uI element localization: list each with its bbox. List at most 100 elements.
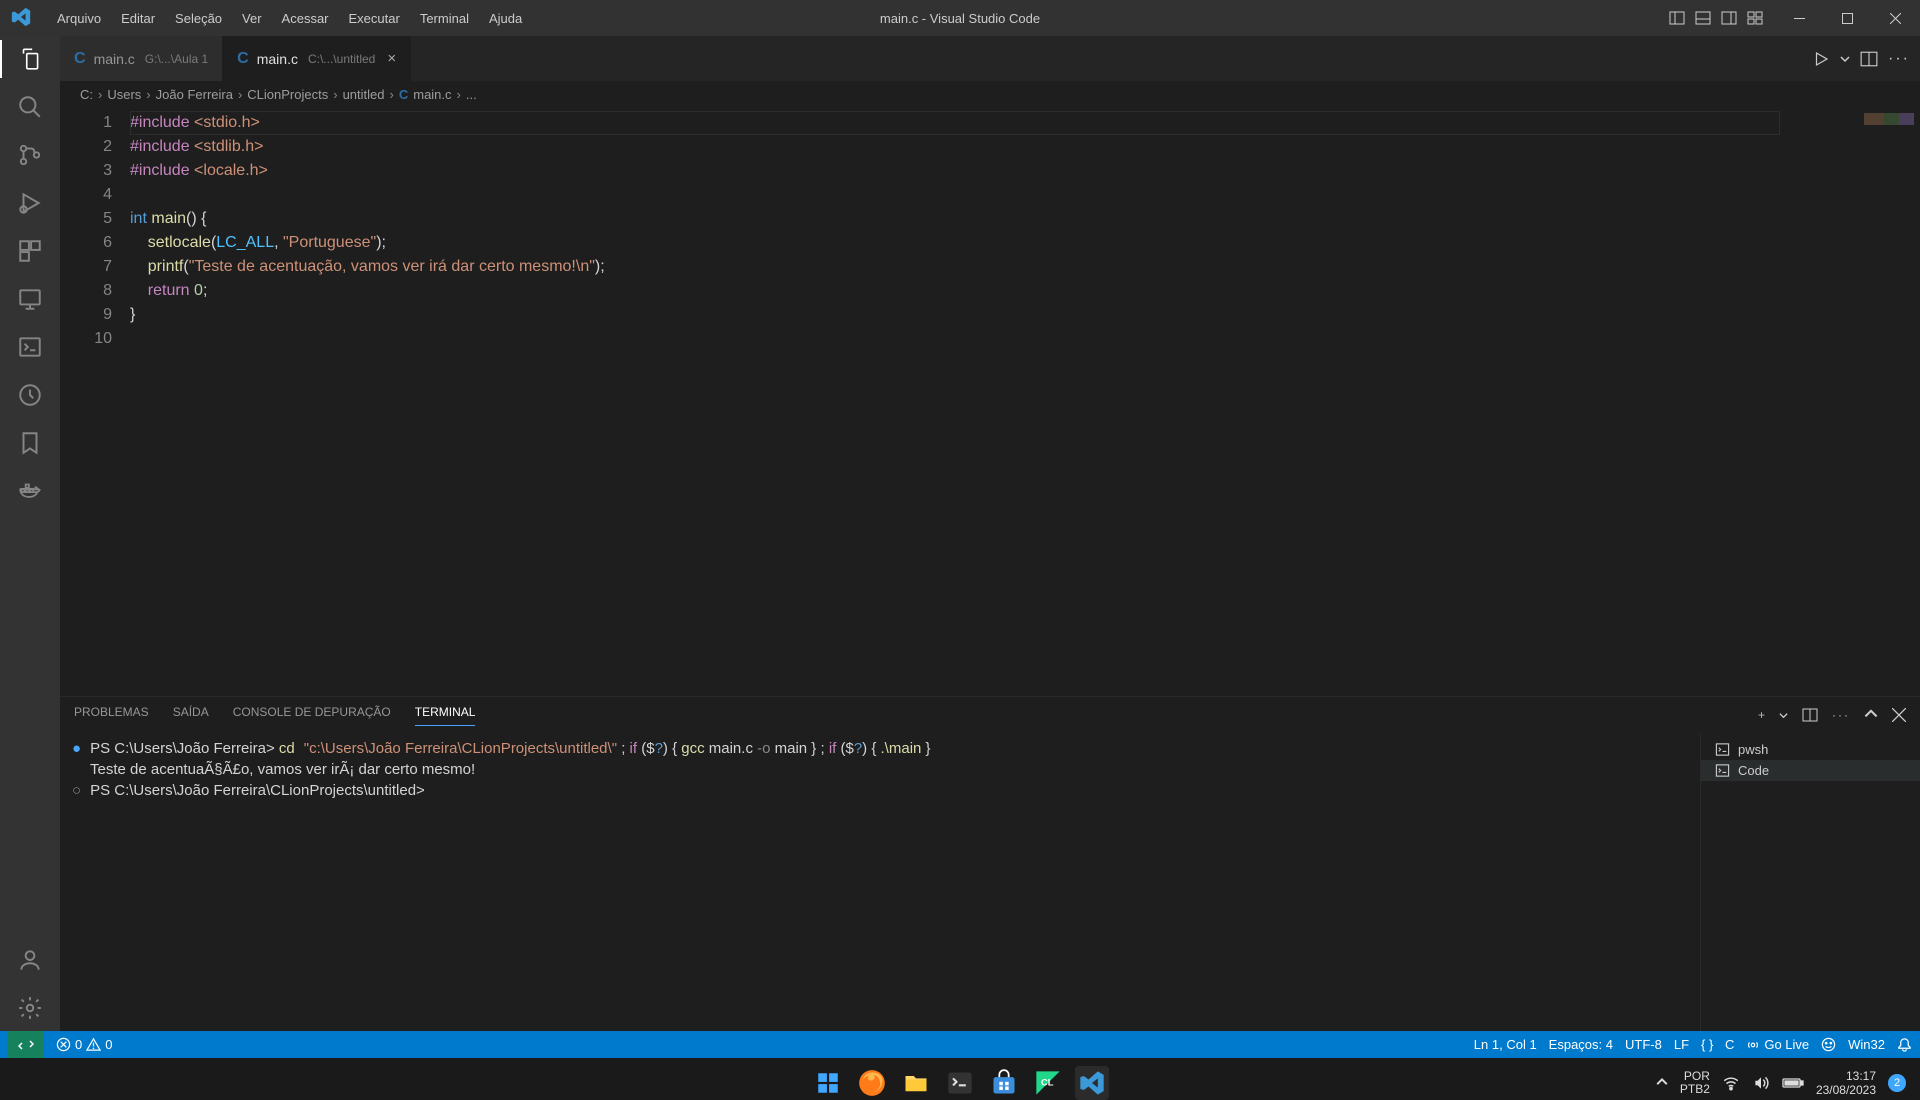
explorer-icon[interactable]: [17, 46, 43, 72]
breadcrumb-segment[interactable]: João Ferreira: [156, 87, 233, 102]
panel-tab-saída[interactable]: SAÍDA: [173, 705, 209, 726]
window-minimize-button[interactable]: [1776, 0, 1822, 36]
wifi-icon[interactable]: [1722, 1074, 1740, 1092]
store-icon[interactable]: [987, 1066, 1021, 1100]
terminal-list: pwsh Code: [1700, 733, 1920, 1031]
menu-seleção[interactable]: Seleção: [166, 5, 231, 32]
terminal-instance[interactable]: Code: [1701, 760, 1920, 781]
volume-icon[interactable]: [1752, 1074, 1770, 1092]
problems-count[interactable]: 0 0: [56, 1037, 112, 1052]
tray-chevron-icon[interactable]: [1656, 1077, 1668, 1089]
panel-close-icon[interactable]: [1892, 708, 1906, 722]
split-terminal-icon[interactable]: [1802, 708, 1818, 722]
layout-grid-icon[interactable]: [1744, 7, 1766, 29]
menu-arquivo[interactable]: Arquivo: [48, 5, 110, 32]
tab-filename: main.c: [94, 51, 135, 67]
terminal-icon: [1715, 763, 1730, 778]
close-tab-icon[interactable]: ×: [387, 50, 396, 67]
accounts-icon[interactable]: [17, 947, 43, 973]
layout-right-icon[interactable]: [1718, 7, 1740, 29]
source-control-icon[interactable]: [17, 142, 43, 168]
terminal-app-icon[interactable]: [943, 1066, 977, 1100]
go-live[interactable]: Go Live: [1746, 1037, 1809, 1052]
run-debug-icon[interactable]: [17, 190, 43, 216]
search-icon[interactable]: [17, 94, 43, 120]
breadcrumb-segment[interactable]: Users: [107, 87, 141, 102]
minimap[interactable]: [1800, 107, 1920, 696]
panel-tab-console-de-depuração[interactable]: CONSOLE DE DEPURAÇÃO: [233, 705, 391, 726]
run-dropdown-icon[interactable]: [1840, 54, 1850, 64]
run-file-icon[interactable]: [1812, 50, 1830, 68]
docker-icon[interactable]: [17, 478, 43, 504]
eol[interactable]: LF: [1674, 1037, 1689, 1052]
panel-tab-terminal[interactable]: TERMINAL: [415, 705, 476, 726]
window-maximize-button[interactable]: [1824, 0, 1870, 36]
c-file-icon: C: [399, 87, 408, 102]
chevron-right-icon: ›: [390, 87, 394, 102]
settings-gear-icon[interactable]: [17, 995, 43, 1021]
code-editor[interactable]: #include <stdio.h>#include <stdlib.h>#in…: [130, 107, 1800, 696]
new-terminal-icon[interactable]: +: [1758, 708, 1765, 722]
chevron-right-icon: ›: [333, 87, 337, 102]
tab-path: C:\...\untitled: [308, 52, 375, 66]
breadcrumb[interactable]: C: › Users › João Ferreira › CLionProjects › unt…: [60, 81, 1920, 107]
clock[interactable]: 13:1723/08/2023: [1816, 1069, 1876, 1097]
chevron-right-icon: ›: [457, 87, 461, 102]
panel-more-icon[interactable]: ···: [1832, 708, 1850, 722]
terminal-output[interactable]: ● PS C:\Users\João Ferreira> cd "c:\User…: [60, 733, 1700, 1031]
menu-ajuda[interactable]: Ajuda: [480, 5, 531, 32]
vscode-taskbar-icon[interactable]: [1075, 1066, 1109, 1100]
panel: PROBLEMAS SAÍDA CONSOLE DE DEPURAÇÃO TERMIN…: [60, 696, 1920, 1031]
menu-acessar[interactable]: Acessar: [273, 5, 338, 32]
terminal-instance[interactable]: pwsh: [1701, 739, 1920, 760]
bookmarks-icon[interactable]: [17, 430, 43, 456]
windows-taskbar: CL PORPTB2 13:1723/08/2023 2: [0, 1058, 1920, 1100]
panel-tab-problemas[interactable]: PROBLEMAS: [74, 705, 149, 726]
terminal-dropdown-icon[interactable]: [1779, 711, 1788, 720]
firefox-icon[interactable]: [855, 1066, 889, 1100]
extensions-icon[interactable]: [17, 238, 43, 264]
menu-executar[interactable]: Executar: [340, 5, 409, 32]
svg-text:CL: CL: [1041, 1077, 1054, 1087]
terminal-panel-icon[interactable]: [17, 334, 43, 360]
statusbar: 0 0 Ln 1, Col 1 Espaços: 4 UTF-8 LF { } …: [0, 1031, 1920, 1058]
breadcrumb-segment[interactable]: C:: [80, 87, 93, 102]
platform[interactable]: Win32: [1848, 1037, 1885, 1052]
layout-bottom-icon[interactable]: [1692, 7, 1714, 29]
menu-terminal[interactable]: Terminal: [411, 5, 478, 32]
terminal-label: Code: [1738, 763, 1769, 778]
c-file-icon: C: [237, 50, 249, 68]
activitybar: [0, 36, 60, 1031]
feedback-icon[interactable]: [1821, 1037, 1836, 1052]
battery-icon[interactable]: [1782, 1076, 1804, 1090]
editor-tab[interactable]: Cmain.cG:\...\Aula 1: [60, 36, 223, 81]
clion-icon[interactable]: CL: [1031, 1066, 1065, 1100]
remote-indicator[interactable]: [8, 1031, 44, 1058]
editor-more-icon[interactable]: ···: [1888, 50, 1910, 68]
vscode-logo-icon: [10, 6, 34, 30]
editor-tab[interactable]: Cmain.cC:\...\untitled×: [223, 36, 411, 81]
breadcrumb-segment[interactable]: ...: [466, 87, 477, 102]
encoding[interactable]: UTF-8: [1625, 1037, 1662, 1052]
chevron-right-icon: ›: [238, 87, 242, 102]
remote-explorer-icon[interactable]: [17, 286, 43, 312]
notifications-icon[interactable]: [1897, 1037, 1912, 1052]
file-explorer-icon[interactable]: [899, 1066, 933, 1100]
indentation[interactable]: Espaços: 4: [1549, 1037, 1613, 1052]
split-editor-icon[interactable]: [1860, 50, 1878, 68]
breadcrumb-segment[interactable]: untitled: [343, 87, 385, 102]
window-close-button[interactable]: [1872, 0, 1918, 36]
chevron-right-icon: ›: [98, 87, 102, 102]
notification-badge[interactable]: 2: [1888, 1074, 1906, 1092]
menu-ver[interactable]: Ver: [233, 5, 271, 32]
cursor-position[interactable]: Ln 1, Col 1: [1474, 1037, 1537, 1052]
language-mode[interactable]: { } C: [1701, 1037, 1734, 1052]
layout-left-icon[interactable]: [1666, 7, 1688, 29]
start-menu-icon[interactable]: [811, 1066, 845, 1100]
panel-maximize-icon[interactable]: [1864, 708, 1878, 722]
menu-editar[interactable]: Editar: [112, 5, 164, 32]
language-indicator[interactable]: PORPTB2: [1680, 1070, 1710, 1096]
breadcrumb-segment[interactable]: CLionProjects: [247, 87, 328, 102]
testing-icon[interactable]: [17, 382, 43, 408]
breadcrumb-segment[interactable]: main.c: [413, 87, 451, 102]
